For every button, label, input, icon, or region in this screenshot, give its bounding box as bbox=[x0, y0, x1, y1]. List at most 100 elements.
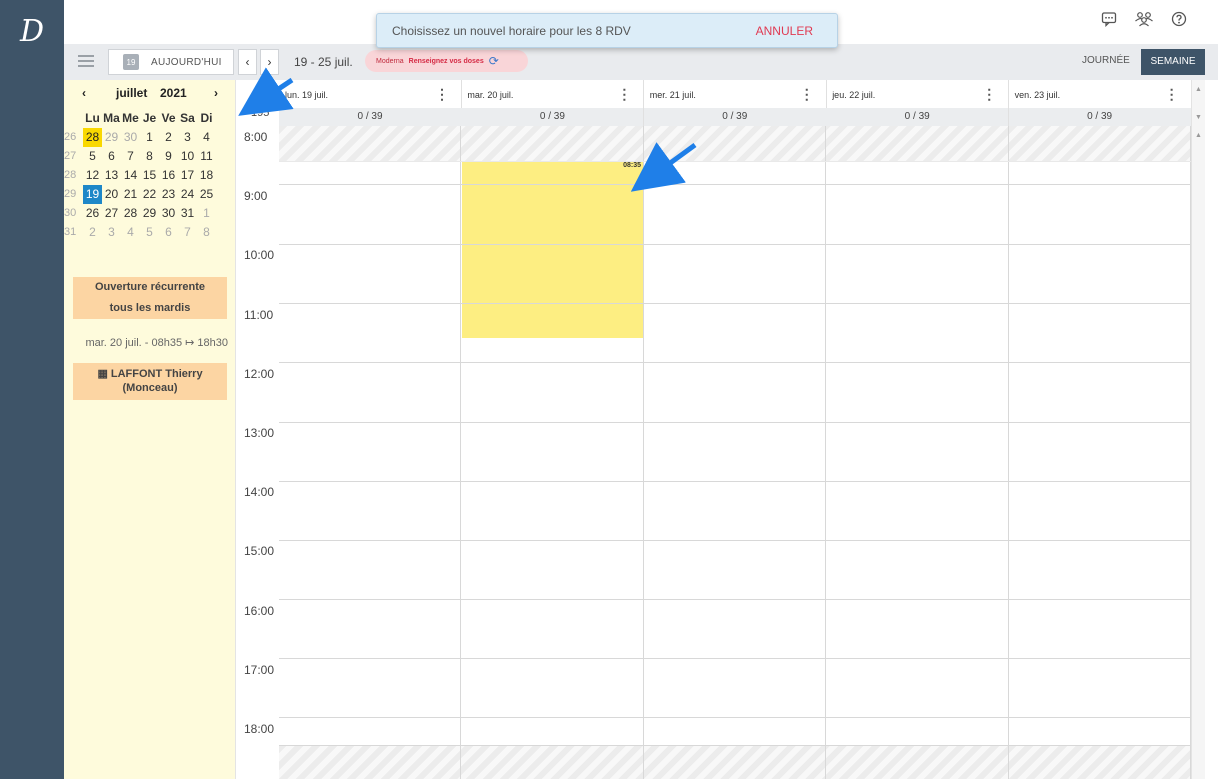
day-title: lun. 19 juil. bbox=[285, 90, 329, 100]
mini-cal-day[interactable]: 29 bbox=[140, 204, 159, 223]
mini-cal-day[interactable]: 6 bbox=[159, 223, 178, 242]
grid-column-line bbox=[642, 126, 644, 779]
mini-cal-day[interactable]: 16 bbox=[159, 166, 178, 185]
mini-cal-day[interactable]: 8 bbox=[140, 147, 159, 166]
menu-icon[interactable] bbox=[78, 55, 94, 67]
next-week-button[interactable]: › bbox=[260, 49, 279, 75]
hour-label: 17:00 bbox=[244, 662, 275, 677]
mini-cal-day[interactable]: 21 bbox=[121, 185, 140, 204]
day-column-header[interactable]: mar. 20 juil. ⋮ 0 / 39 bbox=[461, 80, 645, 126]
today-label: AUJOURD'HUI bbox=[151, 56, 222, 68]
mini-cal-day[interactable]: 1 bbox=[197, 204, 216, 223]
mini-cal-day[interactable]: 23 bbox=[159, 185, 178, 204]
mini-cal-day[interactable]: 29 bbox=[102, 128, 121, 147]
grid-row-line bbox=[279, 745, 1191, 746]
hour-label: 12:00 bbox=[244, 366, 275, 381]
refresh-icon[interactable]: ⟳ bbox=[489, 54, 499, 68]
chat-icon[interactable] bbox=[1098, 11, 1120, 32]
mini-cal-week-number: 28 bbox=[64, 169, 77, 181]
mini-cal-day[interactable]: 28 bbox=[121, 204, 140, 223]
mini-cal-day[interactable]: 20 bbox=[102, 185, 121, 204]
mini-calendar-header: ‹ juillet 2021 › bbox=[64, 86, 236, 102]
mini-cal-day[interactable]: 22 bbox=[140, 185, 159, 204]
mini-cal-day[interactable]: 2 bbox=[159, 128, 178, 147]
mini-cal-day[interactable]: 24 bbox=[178, 185, 197, 204]
mini-cal-day[interactable]: 11 bbox=[197, 147, 216, 166]
week-header: lun. 19 juil. ⋮ 0 / 39 mar. 20 juil. ⋮ 0 / 39… bbox=[279, 80, 1192, 126]
day-capacity: 0 / 39 bbox=[279, 108, 461, 126]
mini-cal-day[interactable]: 10 bbox=[178, 147, 197, 166]
mini-cal-day[interactable]: 31 bbox=[178, 204, 197, 223]
mini-cal-day[interactable]: 5 bbox=[83, 147, 102, 166]
more-vertical-icon[interactable]: ⋮ bbox=[800, 86, 814, 103]
week-grid[interactable]: 08:35 bbox=[279, 126, 1191, 779]
mini-cal-day[interactable]: 19 bbox=[83, 185, 102, 204]
mini-cal-weekday: Je bbox=[142, 111, 157, 125]
day-column-header[interactable]: ven. 23 juil. ⋮ 0 / 39 bbox=[1008, 80, 1192, 126]
grid-row-line bbox=[279, 303, 1191, 304]
mini-cal-day[interactable]: 28 bbox=[83, 128, 102, 147]
mini-cal-day[interactable]: 12 bbox=[83, 166, 102, 185]
mini-cal-day[interactable]: 30 bbox=[159, 204, 178, 223]
mini-cal-day[interactable]: 4 bbox=[197, 128, 216, 147]
view-day-button[interactable]: JOURNÉE bbox=[1082, 55, 1130, 66]
mini-cal-day[interactable]: 26 bbox=[83, 204, 102, 223]
day-capacity: 0 / 39 bbox=[826, 108, 1009, 126]
banner-message: Choisissez un nouvel horaire pour les 8 … bbox=[392, 24, 631, 38]
more-vertical-icon[interactable]: ⋮ bbox=[617, 86, 631, 103]
view-week-button[interactable]: SEMAINE bbox=[1141, 49, 1205, 75]
mini-cal-day[interactable]: 9 bbox=[159, 147, 178, 166]
scroll-up-icon[interactable]: ▲ bbox=[1195, 86, 1202, 93]
more-vertical-icon[interactable]: ⋮ bbox=[435, 86, 449, 103]
available-slot-block[interactable]: 08:35 bbox=[462, 162, 644, 338]
mini-cal-day[interactable]: 13 bbox=[102, 166, 121, 185]
day-title: mer. 21 juil. bbox=[649, 90, 696, 100]
mini-cal-day[interactable]: 6 bbox=[102, 147, 121, 166]
recurring-opening-card[interactable]: Ouverture récurrente tous les mardis bbox=[73, 277, 227, 319]
hour-label: 15:00 bbox=[244, 544, 275, 559]
day-column-header[interactable]: lun. 19 juil. ⋮ 0 / 39 bbox=[279, 80, 462, 126]
hour-label: 14:00 bbox=[244, 485, 275, 500]
mini-cal-day[interactable]: 30 bbox=[121, 128, 140, 147]
mini-cal-day[interactable]: 3 bbox=[102, 223, 121, 242]
scroll-down-icon[interactable]: ▼ bbox=[1195, 114, 1202, 121]
prev-week-button[interactable]: ‹ bbox=[238, 49, 257, 75]
cancel-button[interactable]: ANNULER bbox=[756, 24, 813, 38]
mini-cal-day[interactable]: 8 bbox=[197, 223, 216, 242]
more-vertical-icon[interactable]: ⋮ bbox=[982, 86, 996, 103]
mini-cal-week-number: 27 bbox=[64, 150, 77, 162]
vaccine-dose-badge[interactable]: Moderna Renseignez vos doses ⟳ bbox=[365, 50, 528, 72]
mini-cal-day[interactable]: 1 bbox=[140, 128, 159, 147]
mini-cal-day[interactable]: 27 bbox=[102, 204, 121, 223]
mini-cal-day[interactable]: 14 bbox=[121, 166, 140, 185]
help-icon[interactable] bbox=[1168, 11, 1190, 32]
mini-cal-day[interactable]: 2 bbox=[83, 223, 102, 242]
grid-row-line bbox=[279, 481, 1191, 482]
mini-cal-day[interactable]: 18 bbox=[197, 166, 216, 185]
day-column-header[interactable]: jeu. 22 juil. ⋮ 0 / 39 bbox=[826, 80, 1010, 126]
mini-cal-week-row: 28 12 13 14 15 16 17 18 bbox=[64, 166, 236, 185]
users-icon[interactable] bbox=[1133, 11, 1155, 32]
mini-cal-weekday: Ma bbox=[103, 111, 120, 125]
mini-cal-day[interactable]: 7 bbox=[121, 147, 140, 166]
day-column-header[interactable]: mer. 21 juil. ⋮ 0 / 39 bbox=[643, 80, 827, 126]
today-button[interactable]: 19 AUJOURD'HUI bbox=[108, 49, 234, 75]
app-logo[interactable]: D bbox=[0, 14, 64, 49]
mini-cal-day[interactable]: 15 bbox=[140, 166, 159, 185]
mini-cal-day[interactable]: 7 bbox=[178, 223, 197, 242]
mini-cal-day[interactable]: 17 bbox=[178, 166, 197, 185]
mini-cal-day[interactable]: 3 bbox=[178, 128, 197, 147]
mini-cal-day[interactable]: 25 bbox=[197, 185, 216, 204]
mini-cal-day[interactable]: 5 bbox=[140, 223, 159, 242]
scrollbar[interactable]: ▲ ▼ ▲ bbox=[1191, 80, 1205, 779]
more-vertical-icon[interactable]: ⋮ bbox=[1165, 86, 1179, 103]
mini-cal-week-number: 26 bbox=[64, 131, 77, 143]
date-range: 19 - 25 juil. bbox=[294, 55, 353, 69]
mini-cal-next-button[interactable]: › bbox=[214, 86, 218, 100]
hour-label: 11:00 bbox=[244, 307, 274, 322]
mini-cal-prev-button[interactable]: ‹ bbox=[82, 86, 86, 100]
mini-cal-month: juillet bbox=[116, 86, 148, 100]
scroll-up-icon[interactable]: ▲ bbox=[1195, 132, 1202, 139]
practitioner-card[interactable]: ▦ LAFFONT Thierry (Monceau) bbox=[73, 363, 227, 400]
mini-cal-day[interactable]: 4 bbox=[121, 223, 140, 242]
